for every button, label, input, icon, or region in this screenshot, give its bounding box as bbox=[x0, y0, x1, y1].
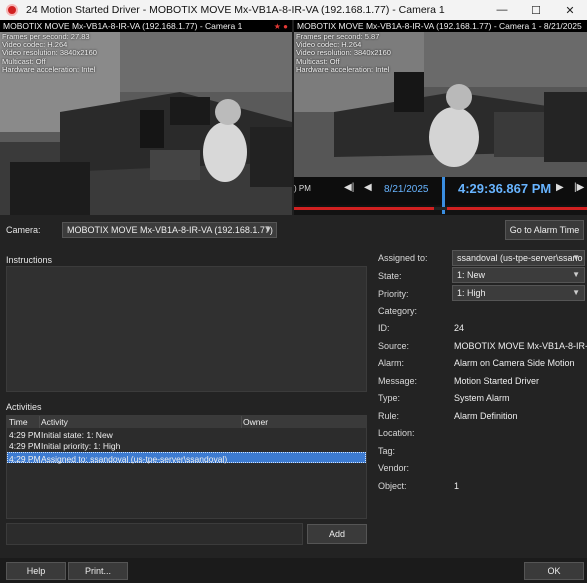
rule-label: Rule: bbox=[378, 411, 400, 421]
column-divider bbox=[39, 416, 40, 428]
vendor-label: Vendor: bbox=[378, 463, 410, 473]
table-header: Time Activity Owner bbox=[7, 416, 366, 428]
table-row-selected[interactable]: 4:29 PM Assigned to: ssandoval (us-tpe-s… bbox=[7, 452, 366, 464]
camera-header: MOBOTIX MOVE Mx-VB1A-8-IR-VA (192.168.1.… bbox=[0, 20, 292, 32]
chevron-down-icon: ▼ bbox=[572, 288, 580, 297]
camera-header-label: MOBOTIX MOVE Mx-VB1A-8-IR-VA (192.168.1.… bbox=[3, 21, 243, 31]
help-button[interactable]: Help bbox=[6, 562, 66, 580]
window-title: 24 Motion Started Driver - MOBOTIX MOVE … bbox=[26, 4, 445, 16]
source-value: MOBOTIX MOVE Mx-VB1A-8-IR-... bbox=[454, 341, 587, 351]
live-video-view[interactable]: MOBOTIX MOVE Mx-VB1A-8-IR-VA (192.168.1.… bbox=[0, 20, 292, 215]
activities-table[interactable]: Time Activity Owner 4:29 PM Initial stat… bbox=[6, 415, 367, 519]
assigned-to-value: ssandoval (us-tpe-server\ssano bbox=[457, 253, 583, 263]
row-time: 4:29 PM bbox=[9, 441, 41, 451]
ok-button[interactable]: OK bbox=[524, 562, 584, 580]
comment-input[interactable] bbox=[6, 523, 303, 545]
chevron-down-icon: ▼ bbox=[572, 253, 580, 262]
playback-date: 8/21/2025 bbox=[384, 184, 429, 195]
column-activity[interactable]: Activity bbox=[41, 417, 68, 427]
type-value: System Alarm bbox=[454, 393, 510, 403]
maximize-icon[interactable]: ☐ bbox=[519, 0, 553, 20]
row-activity: Assigned to: ssandoval (us-tpe-server\ss… bbox=[41, 454, 228, 464]
rule-value: Alarm Definition bbox=[454, 411, 518, 421]
playback-timeline[interactable]: ) PM ◀| ◀ 8/21/2025 4:29:36.867 PM ▶ |▶ bbox=[294, 177, 587, 214]
type-label: Type: bbox=[378, 393, 401, 403]
step-back-icon[interactable]: ◀ bbox=[364, 182, 372, 193]
skip-back-icon[interactable]: ◀| bbox=[344, 182, 354, 193]
priority-value: 1: High bbox=[457, 288, 486, 298]
chevron-down-icon: ▼ bbox=[572, 270, 580, 279]
message-value: Motion Started Driver bbox=[454, 376, 540, 386]
instructions-label: Instructions bbox=[6, 255, 53, 265]
source-label: Source: bbox=[378, 341, 410, 351]
close-icon[interactable]: ✕ bbox=[553, 0, 587, 20]
alarm-label: Alarm: bbox=[378, 358, 405, 368]
state-label: State: bbox=[378, 271, 402, 281]
recording-icon: ★ ● bbox=[273, 22, 288, 31]
playback-header-label: MOBOTIX MOVE Mx-VB1A-8-IR-VA (192.168.1.… bbox=[297, 21, 582, 31]
activities-label: Activities bbox=[6, 402, 42, 412]
camera-select-value: MOBOTIX MOVE Mx-VB1A-8-IR-VA (192.168.1.… bbox=[67, 225, 273, 235]
recording-timeline[interactable] bbox=[294, 207, 587, 210]
row-time: 4:29 PM bbox=[9, 430, 41, 440]
minimize-icon[interactable]: — bbox=[485, 0, 519, 20]
playback-time: 4:29:36.867 PM bbox=[458, 181, 552, 196]
camera-label: Camera: bbox=[6, 225, 41, 235]
alarm-value: Alarm on Camera Side Motion bbox=[454, 358, 575, 368]
row-activity: Initial state: 1: New bbox=[41, 430, 113, 440]
table-row[interactable]: 4:29 PM Initial state: 1: New bbox=[7, 429, 366, 440]
print-button[interactable]: Print... bbox=[68, 562, 128, 580]
object-label: Object: bbox=[378, 481, 407, 491]
message-label: Message: bbox=[378, 376, 418, 386]
tag-label: Tag: bbox=[378, 446, 396, 456]
state-select[interactable]: 1: New ▼ bbox=[452, 267, 585, 283]
row-activity: Initial priority: 1: High bbox=[41, 441, 121, 451]
recording-segment bbox=[447, 207, 587, 210]
camera-select[interactable]: MOBOTIX MOVE Mx-VB1A-8-IR-VA (192.168.1.… bbox=[62, 222, 277, 238]
priority-label: Priority: bbox=[378, 289, 409, 299]
column-divider bbox=[241, 416, 242, 428]
instructions-area[interactable] bbox=[6, 266, 367, 392]
recording-segment bbox=[294, 207, 434, 210]
assigned-to-select[interactable]: ssandoval (us-tpe-server\ssano ▼ bbox=[452, 250, 585, 266]
hw-accel-stat: Hardware acceleration: Intel bbox=[2, 64, 96, 74]
title-bar: 24 Motion Started Driver - MOBOTIX MOVE … bbox=[0, 0, 587, 20]
object-value: 1 bbox=[454, 481, 460, 491]
assigned-to-label: Assigned to: bbox=[378, 253, 428, 263]
go-to-alarm-time-button[interactable]: Go to Alarm Time bbox=[505, 220, 584, 240]
category-label: Category: bbox=[378, 306, 418, 316]
id-value: 24 bbox=[454, 323, 465, 333]
playback-header: MOBOTIX MOVE Mx-VB1A-8-IR-VA (192.168.1.… bbox=[294, 20, 587, 32]
add-button[interactable]: Add bbox=[307, 524, 367, 544]
playback-stats: Frames per second: 5.87 Video codec: H.2… bbox=[296, 32, 391, 74]
column-owner[interactable]: Owner bbox=[243, 417, 268, 427]
skip-forward-icon[interactable]: |▶ bbox=[574, 182, 584, 193]
column-time[interactable]: Time bbox=[9, 417, 28, 427]
app-icon bbox=[6, 4, 18, 16]
row-time: 4:29 PM bbox=[9, 454, 41, 464]
priority-select[interactable]: 1: High ▼ bbox=[452, 285, 585, 301]
location-label: Location: bbox=[378, 428, 415, 438]
step-forward-icon[interactable]: ▶ bbox=[556, 182, 564, 193]
id-label: ID: bbox=[378, 323, 390, 333]
table-row[interactable]: 4:29 PM Initial priority: 1: High bbox=[7, 440, 366, 451]
hw-accel-stat: Hardware acceleration: Intel bbox=[296, 64, 390, 74]
video-stats: Frames per second: 27.83 Video codec: H.… bbox=[2, 32, 97, 74]
state-value: 1: New bbox=[457, 270, 486, 280]
timeline-start-label: ) PM bbox=[294, 184, 311, 193]
chevron-down-icon: ▼ bbox=[264, 225, 272, 234]
playback-video-view[interactable]: MOBOTIX MOVE Mx-VB1A-8-IR-VA (192.168.1.… bbox=[294, 20, 587, 215]
